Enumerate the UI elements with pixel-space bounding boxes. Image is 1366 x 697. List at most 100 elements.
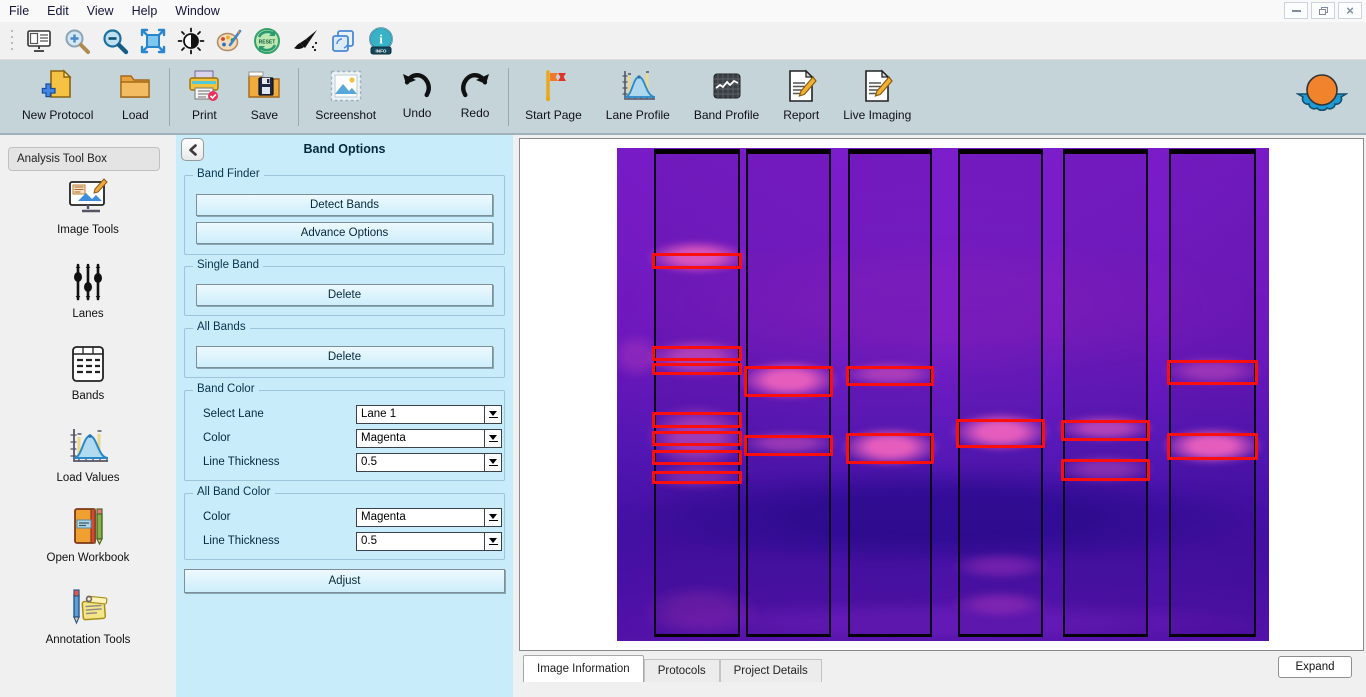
gel-image[interactable] (617, 148, 1269, 641)
gel-image-panel (519, 138, 1364, 651)
band-options-title: Band Options (303, 142, 386, 156)
tab-image-information[interactable]: Image Information (523, 655, 644, 682)
report-button[interactable]: Report (771, 68, 831, 122)
tab-protocols[interactable]: Protocols (643, 659, 720, 682)
band-box[interactable] (652, 346, 742, 361)
band-box[interactable] (1061, 459, 1150, 481)
detect-bands-button[interactable]: Detect Bands (196, 194, 493, 216)
chevron-left-icon (188, 143, 197, 156)
minimize-button[interactable] (1284, 2, 1308, 19)
sidebar-item-label: Image Tools (57, 224, 119, 236)
select-lane-dropdown[interactable]: Lane 1 (356, 405, 502, 424)
close-button[interactable]: × (1338, 2, 1362, 19)
toolbar-button-label: New Protocol (22, 108, 94, 122)
menu-view[interactable]: View (78, 0, 123, 22)
svg-text:i: i (379, 31, 383, 46)
band-box[interactable] (744, 435, 833, 456)
fit-screen-button[interactable] (137, 25, 168, 56)
band-box[interactable] (652, 363, 742, 375)
all-bands-delete-button[interactable]: Delete (196, 346, 493, 368)
gel-lane-3[interactable] (848, 149, 932, 637)
undo-button[interactable]: Undo (388, 68, 446, 120)
info-button[interactable]: i INFO (365, 25, 396, 56)
start-page-button[interactable]: Start Page (513, 68, 594, 122)
reading-view-button[interactable] (23, 25, 54, 56)
band-color-color-label: Color (203, 432, 231, 444)
dropdown-arrow-icon[interactable] (484, 509, 501, 526)
redo-icon (461, 73, 490, 98)
contrast-button[interactable] (175, 25, 206, 56)
color-palette-button[interactable] (213, 25, 244, 56)
redo-button[interactable]: Redo (446, 68, 504, 120)
menu-file[interactable]: File (0, 0, 38, 22)
adjust-button[interactable]: Adjust (184, 569, 505, 593)
band-box[interactable] (1061, 420, 1150, 441)
restore-button[interactable] (1311, 2, 1335, 19)
single-band-delete-button[interactable]: Delete (196, 284, 493, 306)
collapse-panel-button[interactable] (181, 138, 204, 161)
sidebar-item-load-values[interactable]: Load Values (0, 425, 176, 501)
gel-lane-5[interactable] (1063, 149, 1148, 637)
bottom-tab-bar: Image Information Protocols Project Deta… (513, 651, 1366, 697)
new-protocol-button[interactable]: New Protocol (10, 68, 105, 122)
menu-help[interactable]: Help (123, 0, 167, 22)
zoom-in-icon (65, 29, 90, 54)
sidebar-item-annotation-tools[interactable]: Annotation Tools (0, 587, 176, 663)
band-box[interactable] (846, 366, 934, 386)
zoom-out-button[interactable] (99, 25, 130, 56)
band-color-dropdown[interactable]: Magenta (356, 429, 502, 448)
toolbar-button-label: Undo (402, 106, 432, 120)
band-box[interactable] (744, 366, 833, 397)
gel-lane-4[interactable] (958, 149, 1043, 637)
convert-image-icon (331, 29, 354, 52)
sidebar-item-label: Open Workbook (46, 552, 130, 564)
sidebar-item-lanes[interactable]: Lanes (0, 261, 176, 337)
band-box[interactable] (652, 412, 742, 428)
band-box[interactable] (846, 433, 934, 464)
color-palette-icon (216, 29, 241, 51)
load-button[interactable]: Load (105, 68, 165, 122)
gel-lane-1[interactable] (654, 149, 740, 637)
print-button[interactable]: Print (174, 68, 234, 122)
zoom-in-button[interactable] (61, 25, 92, 56)
lane-profile-button[interactable]: Lane Profile (594, 68, 682, 122)
dropdown-arrow-icon[interactable] (484, 533, 501, 550)
screenshot-button[interactable]: Screenshot (303, 68, 388, 122)
icon-toolbar: RESET i INFO (0, 22, 1366, 60)
svg-text:RESET: RESET (258, 39, 275, 45)
menu-bar: File Edit View Help Window × (0, 0, 1366, 22)
gel-lane-6[interactable] (1169, 149, 1256, 637)
band-profile-icon (713, 73, 741, 99)
all-band-thickness-dropdown[interactable]: 0.5 (356, 532, 502, 551)
advance-options-button[interactable]: Advance Options (196, 222, 493, 244)
sidebar-item-open-workbook[interactable]: Open Workbook (0, 505, 176, 581)
band-box[interactable] (652, 431, 742, 446)
clean-brush-button[interactable] (289, 25, 320, 56)
reset-button[interactable]: RESET (251, 25, 282, 56)
menu-window[interactable]: Window (166, 0, 228, 22)
dropdown-arrow-icon[interactable] (484, 430, 501, 447)
dropdown-arrow-icon[interactable] (484, 454, 501, 471)
all-band-color-dropdown[interactable]: Magenta (356, 508, 502, 527)
band-box[interactable] (1167, 360, 1258, 385)
save-button[interactable]: Save (234, 68, 294, 122)
band-box[interactable] (1167, 433, 1258, 460)
sidebar-item-bands[interactable]: Bands (0, 343, 176, 419)
band-box[interactable] (956, 419, 1045, 448)
main-toolbar: New Protocol Load Print Save Screenshot … (0, 60, 1366, 135)
sidebar-item-image-tools[interactable]: Image Tools (0, 177, 176, 253)
convert-image-button[interactable] (327, 25, 358, 56)
tab-project-details[interactable]: Project Details (719, 659, 822, 682)
live-imaging-button[interactable]: Live Imaging (831, 68, 923, 122)
band-thickness-dropdown[interactable]: 0.5 (356, 453, 502, 472)
band-box[interactable] (652, 253, 742, 269)
dropdown-arrow-icon[interactable] (484, 406, 501, 423)
reset-icon: RESET (253, 27, 280, 54)
menu-edit[interactable]: Edit (38, 0, 78, 22)
toolbar-button-label: Start Page (525, 108, 582, 122)
band-box[interactable] (652, 471, 742, 484)
band-box[interactable] (652, 450, 742, 465)
band-profile-button[interactable]: Band Profile (682, 68, 771, 122)
all-band-color-value: Magenta (361, 511, 406, 523)
expand-button[interactable]: Expand (1278, 656, 1352, 678)
